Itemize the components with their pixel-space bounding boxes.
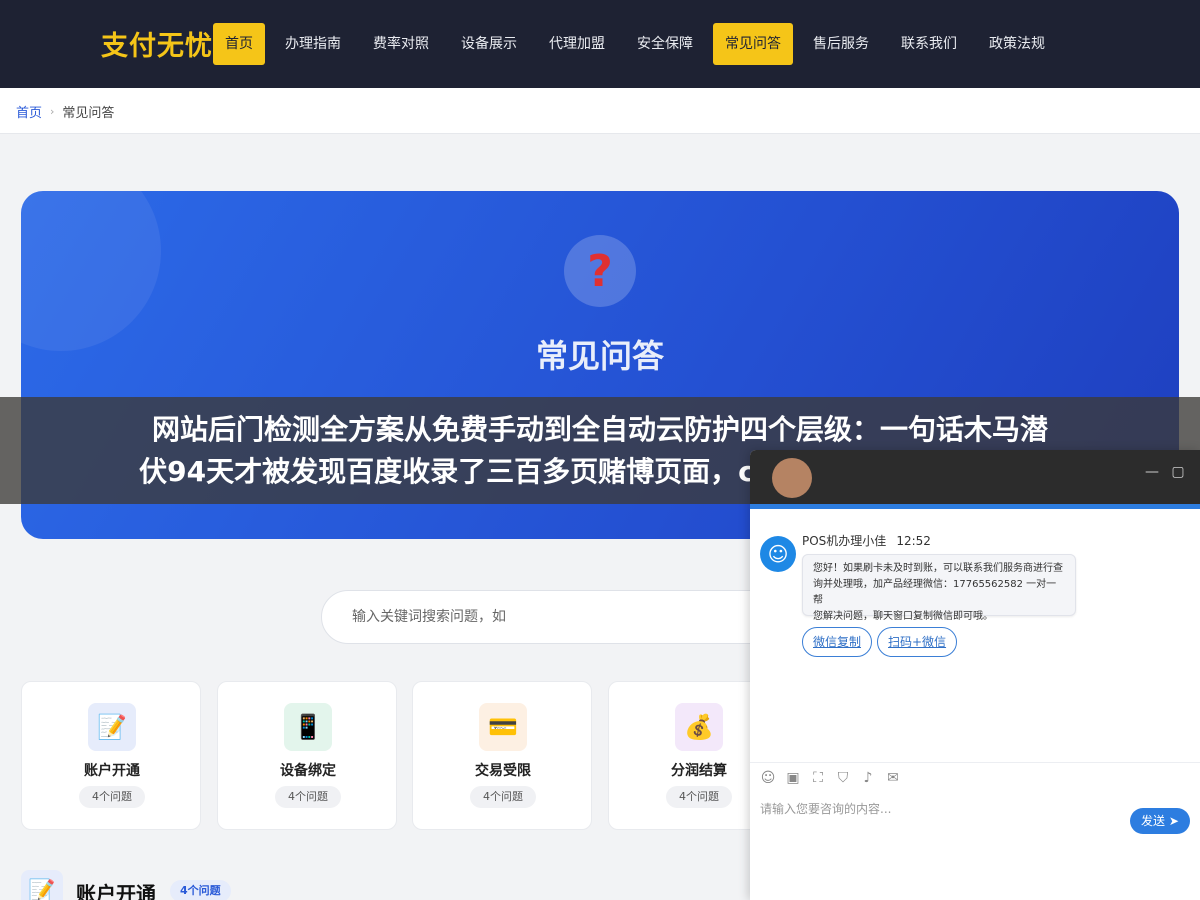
- message-line: 您好！如果刷卡未及时到账，可以联系我们服务商进行查: [813, 563, 1063, 574]
- category-count-badge: 4个问题: [666, 786, 732, 808]
- chat-widget: — ▢ ☺ POS机办理小佳 12:52 您好！如果刷卡未及时到账，可以联系我们服…: [750, 450, 1200, 900]
- category-count-badge: 4个问题: [275, 786, 341, 808]
- breadcrumb-bar: 首页 › 常见问答: [0, 88, 1200, 134]
- copy-wechat-button[interactable]: 微信复制: [802, 627, 873, 657]
- money-bag-icon: 💰: [675, 703, 723, 751]
- nav-item-rates[interactable]: 费率对照: [361, 23, 441, 65]
- category-title: 交易受限: [475, 763, 531, 779]
- nav-item-home[interactable]: 首页: [213, 23, 265, 65]
- message-line: 询并处理哦，加产品经理微信：17765562582 一对一帮: [813, 579, 1057, 606]
- nav-item-devices[interactable]: 设备展示: [449, 23, 529, 65]
- section-count-badge: 4个问题: [170, 880, 231, 900]
- nav-item-security[interactable]: 安全保障: [625, 23, 705, 65]
- minimize-icon[interactable]: —: [1144, 464, 1160, 480]
- chat-toolbar: ☺ ▣ ⛶ ⛉ ♪ ✉: [760, 770, 901, 786]
- breadcrumb-current: 常见问答: [62, 106, 115, 121]
- emoji-icon[interactable]: ☺: [760, 770, 776, 786]
- agent-info: POS机办理小佳 12:52: [802, 532, 931, 549]
- breadcrumb: 首页 › 常见问答: [16, 102, 114, 121]
- main-nav: 首页 办理指南 费率对照 设备展示 代理加盟 安全保障 常见问答 售后服务 联系…: [213, 23, 1065, 65]
- nav-item-agency[interactable]: 代理加盟: [537, 23, 617, 65]
- chat-message-input[interactable]: 请输入您要咨询的内容...: [760, 800, 1120, 817]
- memo-icon: 📝: [88, 703, 136, 751]
- section-title: 账户开通: [76, 882, 156, 900]
- nav-item-policy[interactable]: 政策法规: [977, 23, 1057, 65]
- category-card-transaction[interactable]: 💳 交易受限 4个问题: [412, 681, 592, 830]
- credit-card-icon: 💳: [479, 703, 527, 751]
- message-line: 您解决问题，聊天窗口复制微信即可哦。: [813, 611, 993, 622]
- nav-item-guide[interactable]: 办理指南: [273, 23, 353, 65]
- agent-avatar: ☺: [760, 536, 796, 572]
- screenshot-icon[interactable]: ⛶: [810, 770, 826, 786]
- category-card-account[interactable]: 📝 账户开通 4个问题: [21, 681, 201, 830]
- category-count-badge: 4个问题: [79, 786, 145, 808]
- message-time: 12:52: [896, 534, 931, 548]
- category-card-device[interactable]: 📱 设备绑定 4个问题: [217, 681, 397, 830]
- chat-divider: [750, 762, 1200, 763]
- question-icon: ?: [564, 235, 636, 307]
- category-count-badge: 4个问题: [470, 786, 536, 808]
- chat-header-avatar: [772, 458, 812, 498]
- chat-message: 您好！如果刷卡未及时到账，可以联系我们服务商进行查 询并处理哦，加产品经理微信：…: [802, 554, 1076, 622]
- nav-item-aftersales[interactable]: 售后服务: [801, 23, 881, 65]
- sound-icon[interactable]: ♪: [860, 770, 876, 786]
- hero-title: 常见问答: [535, 337, 664, 375]
- send-label: 发送: [1141, 814, 1166, 828]
- scan-wechat-button[interactable]: 扫码+微信: [877, 627, 958, 657]
- phone-icon: 📱: [284, 703, 332, 751]
- shield-icon[interactable]: ⛉: [835, 770, 851, 786]
- image-icon[interactable]: ▣: [785, 770, 801, 786]
- nav-item-contact[interactable]: 联系我们: [889, 23, 969, 65]
- maximize-icon[interactable]: ▢: [1170, 464, 1186, 480]
- chat-header-strip: [750, 504, 1200, 509]
- breadcrumb-home-link[interactable]: 首页: [16, 102, 42, 121]
- category-title: 账户开通: [84, 763, 140, 779]
- wechat-icon[interactable]: ✉: [885, 770, 901, 786]
- category-title: 设备绑定: [280, 763, 336, 779]
- banner-line-1: 网站后门检测全方案从免费手动到全自动云防护四个层级：一句话木马潜: [151, 413, 1048, 446]
- agent-name: POS机办理小佳: [802, 534, 887, 548]
- chat-header[interactable]: — ▢: [750, 450, 1200, 504]
- nav-item-faq[interactable]: 常见问答: [713, 23, 793, 65]
- send-button[interactable]: 发送 ➤: [1130, 808, 1190, 834]
- hero-decor-circle: [21, 191, 161, 351]
- breadcrumb-separator: ›: [50, 105, 55, 118]
- top-navigation-bar: 支付无忧 首页 办理指南 费率对照 设备展示 代理加盟 安全保障 常见问答 售后…: [0, 0, 1200, 88]
- memo-icon: 📝: [21, 870, 63, 900]
- site-logo[interactable]: 支付无忧: [101, 24, 213, 63]
